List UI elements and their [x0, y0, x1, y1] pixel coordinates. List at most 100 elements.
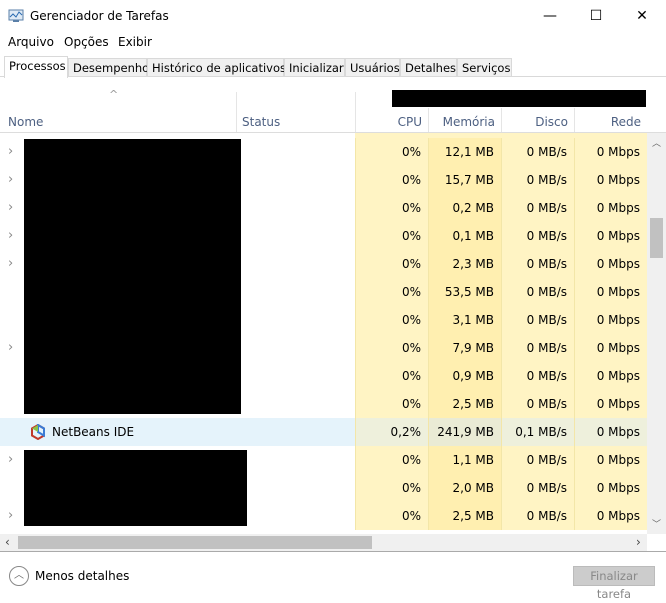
disk-cell: 0 MB/s	[501, 278, 574, 306]
disk-cell: 0 MB/s	[501, 194, 574, 222]
minimize-button[interactable]: —	[527, 0, 573, 32]
net-cell: 0 Mbps	[574, 418, 647, 446]
tab-usuarios[interactable]: Usuários	[345, 58, 400, 77]
netbeans-icon	[31, 424, 45, 440]
process-name: NetBeans IDE	[52, 425, 135, 439]
maximize-button[interactable]: ☐	[573, 0, 619, 32]
column-header-status[interactable]: Status	[242, 115, 280, 129]
scroll-left-icon[interactable]: ‹	[5, 535, 10, 549]
disk-cell: 0 MB/s	[501, 446, 574, 474]
disk-cell: 0 MB/s	[501, 306, 574, 334]
cpu-cell: 0%	[355, 446, 428, 474]
mem-cell: 0,9 MB	[428, 362, 501, 390]
tab-desempenho[interactable]: Desempenho	[68, 58, 149, 77]
cpu-cell: 0%	[355, 474, 428, 502]
collapse-up-icon[interactable]: ︿	[9, 566, 29, 586]
mem-cell: 1,1 MB	[428, 446, 501, 474]
net-cell: 0 Mbps	[574, 474, 647, 502]
scroll-down-icon[interactable]: ﹀	[652, 517, 661, 530]
window-title: Gerenciador de Tarefas	[30, 9, 169, 23]
mem-cell: 2,0 MB	[428, 474, 501, 502]
cpu-cell: 0%	[355, 362, 428, 390]
vertical-scrollbar[interactable]: ︿ ﹀	[647, 133, 666, 534]
mem-cell: 2,3 MB	[428, 250, 501, 278]
mem-cell: 15,7 MB	[428, 166, 501, 194]
cpu-cell: 0%	[355, 166, 428, 194]
cpu-cell: 0%	[355, 502, 428, 530]
footer-divider	[0, 551, 666, 552]
sort-up-icon: ^	[109, 88, 119, 101]
column-divider	[428, 108, 429, 132]
mem-cell: 2,5 MB	[428, 390, 501, 418]
cpu-cell: 0,2%	[355, 418, 428, 446]
mem-cell: 241,9 MB	[428, 418, 501, 446]
expand-chevron-icon[interactable]: ›	[8, 508, 13, 523]
mem-cell: 12,1 MB	[428, 138, 501, 166]
redacted-names	[24, 450, 247, 526]
task-manager-icon	[8, 9, 24, 22]
cpu-cell: 0%	[355, 194, 428, 222]
column-divider	[574, 108, 575, 132]
less-details-link[interactable]: Menos detalhes	[35, 569, 129, 583]
end-task-button[interactable]: Finalizar tarefa	[573, 566, 655, 601]
column-header-memory[interactable]: Memória	[428, 115, 495, 129]
menu-arquivo[interactable]: Arquivo	[8, 35, 54, 49]
disk-cell: 0,1 MB/s	[501, 418, 574, 446]
table-row[interactable]: NetBeans IDE 0,2% 241,9 MB 0,1 MB/s 0 Mbps	[0, 418, 647, 446]
cpu-cell: 0%	[355, 390, 428, 418]
column-header-cpu[interactable]: CPU	[355, 115, 422, 129]
expand-chevron-icon[interactable]: ›	[8, 452, 13, 467]
tab-detalhes[interactable]: Detalhes	[400, 58, 457, 77]
cpu-cell: 0%	[355, 306, 428, 334]
net-cell: 0 Mbps	[574, 194, 647, 222]
redacted-summary	[392, 90, 646, 107]
cpu-cell: 0%	[355, 138, 428, 166]
tab-inicializar[interactable]: Inicializar	[284, 58, 345, 77]
close-button[interactable]: ✕	[619, 0, 665, 32]
disk-cell: 0 MB/s	[501, 250, 574, 278]
menu-opcoes[interactable]: Opções	[64, 35, 109, 49]
expand-chevron-icon[interactable]: ›	[8, 144, 13, 159]
scroll-up-icon[interactable]: ︿	[652, 136, 661, 149]
column-header-disk[interactable]: Disco	[501, 115, 568, 129]
horizontal-scrollbar[interactable]: ‹ ›	[0, 534, 647, 551]
net-cell: 0 Mbps	[574, 222, 647, 250]
vertical-scroll-thumb[interactable]	[650, 218, 663, 258]
disk-cell: 0 MB/s	[501, 138, 574, 166]
mem-cell: 0,1 MB	[428, 222, 501, 250]
tab-processos[interactable]: Processos	[4, 56, 68, 78]
column-divider	[236, 92, 237, 132]
mem-cell: 3,1 MB	[428, 306, 501, 334]
cpu-cell: 0%	[355, 222, 428, 250]
mem-cell: 53,5 MB	[428, 278, 501, 306]
column-header-name[interactable]: Nome	[8, 115, 43, 129]
net-cell: 0 Mbps	[574, 138, 647, 166]
net-cell: 0 Mbps	[574, 278, 647, 306]
cpu-cell: 0%	[355, 334, 428, 362]
disk-cell: 0 MB/s	[501, 474, 574, 502]
expand-chevron-icon[interactable]: ›	[8, 172, 13, 187]
disk-cell: 0 MB/s	[501, 390, 574, 418]
mem-cell: 0,2 MB	[428, 194, 501, 222]
expand-chevron-icon[interactable]: ›	[8, 228, 13, 243]
scroll-right-icon[interactable]: ›	[636, 535, 641, 549]
net-cell: 0 Mbps	[574, 446, 647, 474]
net-cell: 0 Mbps	[574, 250, 647, 278]
column-divider	[355, 92, 356, 132]
expand-chevron-icon[interactable]: ›	[8, 340, 13, 355]
cpu-cell: 0%	[355, 278, 428, 306]
disk-cell: 0 MB/s	[501, 502, 574, 530]
net-cell: 0 Mbps	[574, 502, 647, 530]
tab-bar: Processos Desempenho Histórico de aplica…	[0, 56, 666, 78]
column-divider	[501, 108, 502, 132]
tab-servicos[interactable]: Serviços	[457, 58, 512, 77]
expand-chevron-icon[interactable]: ›	[8, 256, 13, 271]
disk-cell: 0 MB/s	[501, 166, 574, 194]
disk-cell: 0 MB/s	[501, 222, 574, 250]
horizontal-scroll-thumb[interactable]	[18, 536, 372, 549]
column-header-network[interactable]: Rede	[574, 115, 641, 129]
menu-exibir[interactable]: Exibir	[118, 35, 152, 49]
tab-historico[interactable]: Histórico de aplicativos	[147, 58, 286, 77]
disk-cell: 0 MB/s	[501, 362, 574, 390]
expand-chevron-icon[interactable]: ›	[8, 200, 13, 215]
